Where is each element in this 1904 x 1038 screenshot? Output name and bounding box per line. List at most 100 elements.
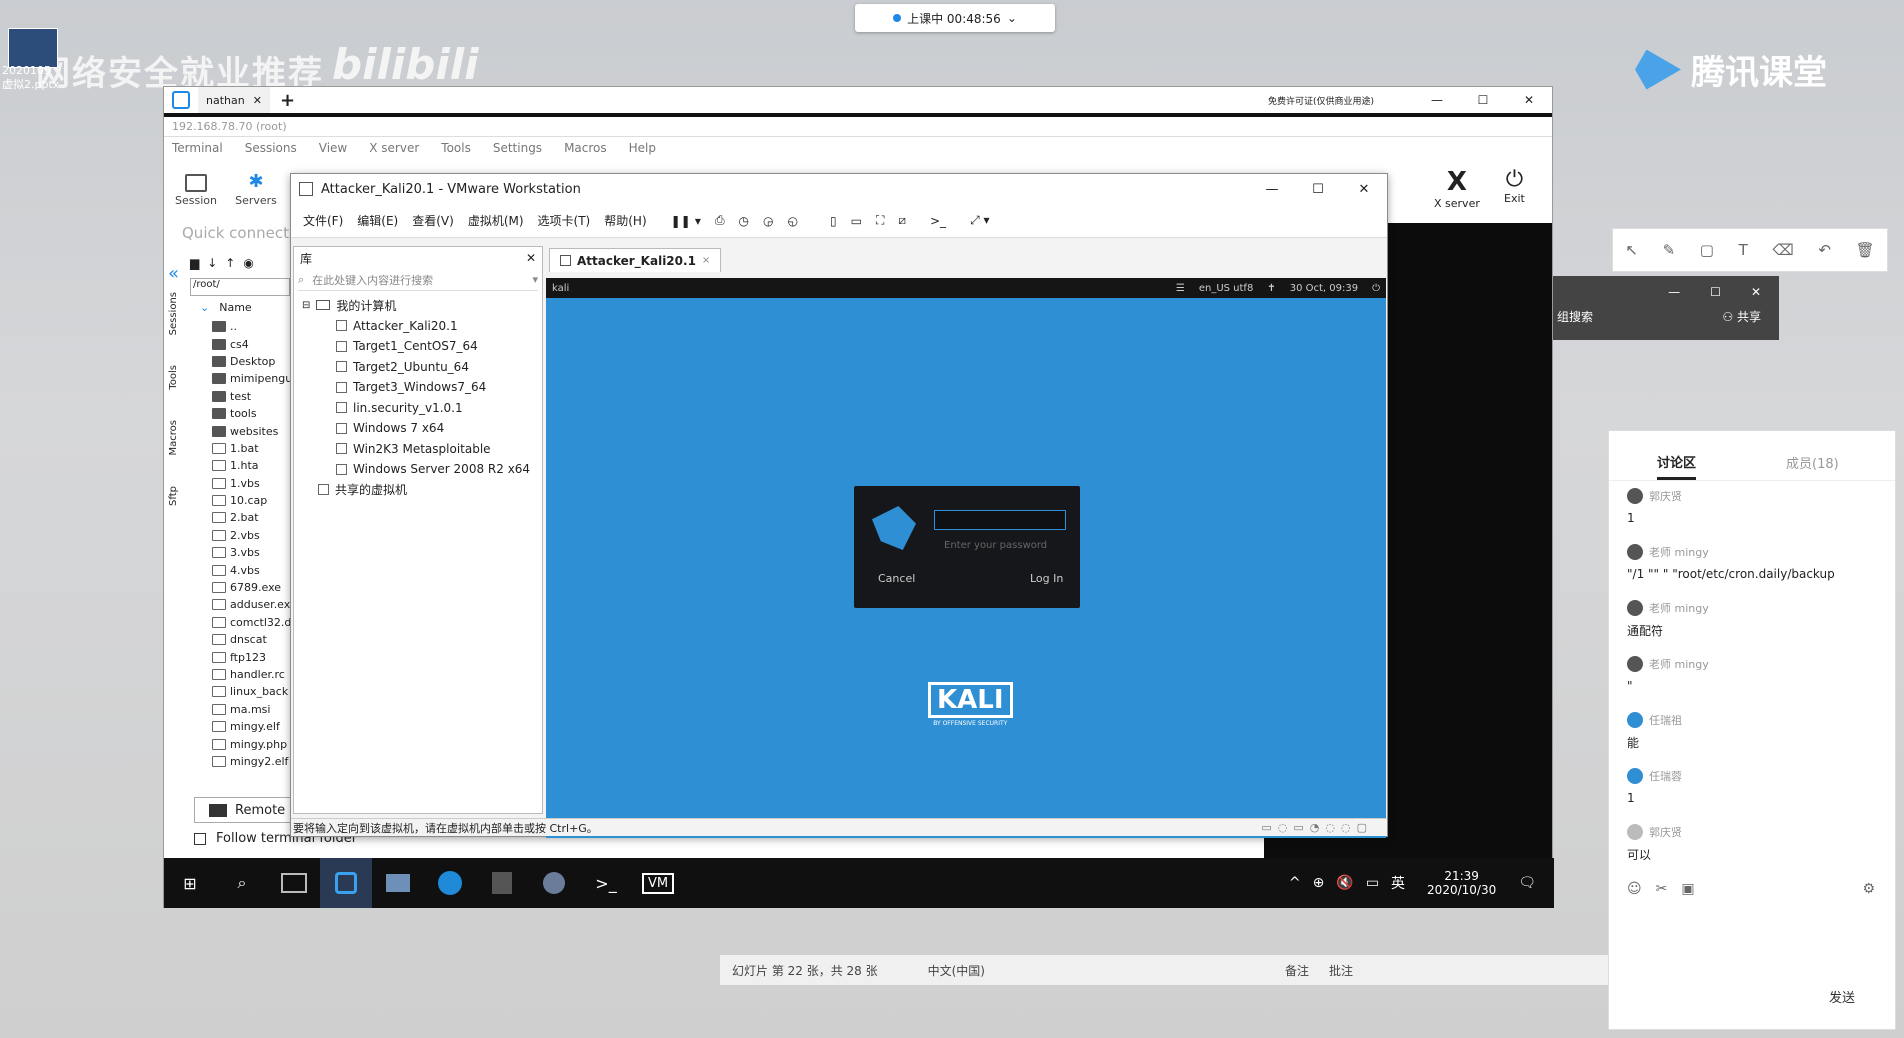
exit-button[interactable]: ⏻ Exit — [1504, 167, 1525, 205]
view-library-icon[interactable]: ▯ — [830, 214, 837, 228]
speaker-muted-icon[interactable]: 🔇 — [1336, 875, 1353, 891]
network-icon[interactable]: ⊕ — [1313, 875, 1325, 891]
list-item[interactable]: cs4 — [212, 335, 290, 352]
menu-edit[interactable]: 编辑(E) — [357, 212, 398, 229]
menu-help[interactable]: 帮助(H) — [604, 212, 646, 229]
menu-file[interactable]: 文件(F) — [303, 212, 343, 229]
pointer-icon[interactable]: ↖ — [1625, 241, 1638, 259]
battery-icon[interactable]: ▭ — [1366, 875, 1379, 891]
list-item[interactable]: linux_back — [212, 683, 290, 700]
list-item[interactable]: mingy2.elf — [212, 753, 290, 770]
list-item[interactable]: comctl32.dll — [212, 614, 290, 631]
vm-tab[interactable]: Attacker_Kali20.1 × — [549, 248, 722, 272]
list-item[interactable]: 1.bat — [212, 440, 290, 457]
stretch-icon[interactable]: ⤢ ▾ — [970, 213, 989, 228]
side-tab-macros[interactable]: Macros — [168, 420, 179, 455]
eraser-icon[interactable]: ⌫ — [1772, 241, 1793, 259]
snapshot-icon[interactable]: ◷ — [739, 214, 749, 228]
refresh-icon[interactable]: ◉ — [243, 256, 253, 270]
side-tab-sessions[interactable]: Sessions — [168, 292, 179, 335]
collapse-icon[interactable]: « — [168, 263, 188, 284]
menu-tools[interactable]: Tools — [441, 141, 471, 155]
vm-item[interactable]: Windows Server 2008 R2 x64 — [336, 459, 534, 480]
path-field[interactable]: /root/ — [190, 278, 290, 296]
download-icon[interactable]: ↓ — [207, 256, 217, 270]
rectangle-icon[interactable]: ▢ — [1700, 241, 1714, 259]
minimize-icon[interactable]: — — [1414, 93, 1460, 107]
emoji-icon[interactable]: ☺ — [1627, 881, 1642, 897]
taskbar-app-icon[interactable] — [268, 858, 320, 908]
list-item[interactable]: tools — [212, 405, 290, 422]
list-item[interactable]: dnscat — [212, 631, 290, 648]
taskbar-app-icon[interactable] — [476, 858, 528, 908]
list-item[interactable]: mimipenguin — [212, 370, 290, 387]
tab-discussion[interactable]: 讨论区 — [1657, 452, 1697, 480]
taskbar-app-icon[interactable] — [528, 858, 580, 908]
pause-icon[interactable]: ❚❚ ▾ — [671, 214, 701, 228]
view-fullscreen-icon[interactable]: ⛶ — [876, 213, 884, 228]
login-button[interactable]: Log In — [1030, 572, 1063, 585]
chevron-up-icon[interactable]: ^ — [1289, 875, 1301, 891]
vmware-icon[interactable]: VM — [632, 858, 684, 908]
tab-members[interactable]: 成员(18) — [1786, 453, 1839, 480]
windows-start-icon[interactable]: ⊞ — [164, 858, 216, 908]
vm-item[interactable]: Win2K3 Metasploitable — [336, 439, 534, 460]
undo-icon[interactable]: ↶ — [1818, 241, 1831, 259]
edge-icon[interactable] — [424, 858, 476, 908]
list-item[interactable]: 4.vbs — [212, 561, 290, 578]
close-icon[interactable]: ✕ — [1751, 285, 1761, 299]
menu-settings[interactable]: Settings — [493, 141, 542, 155]
quick-connect[interactable]: Quick connect... — [182, 224, 303, 242]
side-tab-sftp[interactable]: Sftp — [168, 486, 179, 506]
settings-icon[interactable]: ⚙ — [1862, 881, 1875, 897]
close-icon[interactable]: ✕ — [1341, 182, 1387, 197]
ime-indicator[interactable]: 英 — [1391, 873, 1405, 893]
menu-terminal[interactable]: Terminal — [172, 141, 223, 155]
terminal-icon[interactable]: >_ — [580, 858, 632, 908]
add-tab-icon[interactable]: + — [280, 90, 295, 111]
menu-sessions[interactable]: Sessions — [245, 141, 297, 155]
list-item[interactable]: 1.vbs — [212, 475, 290, 492]
send-keys-icon[interactable]: ⎙ — [715, 213, 725, 228]
list-item[interactable]: mingy.php — [212, 735, 290, 752]
vm-item[interactable]: Target1_CentOS7_64 — [336, 336, 534, 357]
list-item[interactable]: handler.rc — [212, 666, 290, 683]
live-status-pill[interactable]: 上课中 00:48:56 ⌄ — [855, 4, 1055, 32]
view-thumbnail-icon[interactable]: ▭ — [851, 214, 862, 228]
tree-root-my-computer[interactable]: ⊟ 我的计算机 — [302, 295, 534, 316]
desktop-file-icon[interactable] — [8, 28, 58, 68]
send-button[interactable]: 发送 — [1829, 987, 1855, 1006]
list-item[interactable]: test — [212, 388, 290, 405]
list-item[interactable]: 2.vbs — [212, 527, 290, 544]
list-item[interactable]: ma.msi — [212, 701, 290, 718]
list-item[interactable]: Desktop — [212, 353, 290, 370]
side-tab-tools[interactable]: Tools — [168, 365, 179, 390]
library-search[interactable]: ⌕ 在此处键入内容进行搜索 ▾ — [298, 269, 538, 291]
close-icon[interactable]: ✕ — [1506, 93, 1552, 107]
maximize-icon[interactable]: ☐ — [1710, 285, 1721, 299]
maximize-icon[interactable]: ☐ — [1460, 93, 1506, 107]
menu-macros[interactable]: Macros — [564, 141, 607, 155]
maximize-icon[interactable]: ☐ — [1295, 182, 1341, 197]
list-item[interactable]: mingy.elf — [212, 718, 290, 735]
password-input[interactable] — [934, 510, 1066, 530]
image-icon[interactable]: ▣ — [1681, 881, 1694, 897]
list-item[interactable]: ftp123 — [212, 648, 290, 665]
close-tab-icon[interactable]: × — [702, 255, 710, 266]
text-icon[interactable]: T — [1739, 241, 1748, 259]
session-button[interactable]: Session — [174, 174, 218, 207]
list-item[interactable]: 6789.exe — [212, 579, 290, 596]
view-unity-icon[interactable]: ⧄ — [898, 213, 906, 228]
menu-tabs[interactable]: 选项卡(T) — [538, 212, 591, 229]
file-column-header[interactable]: ⌄ Name — [190, 296, 290, 318]
list-item[interactable]: 10.cap — [212, 492, 290, 509]
vm-item[interactable]: Attacker_Kali20.1 — [336, 316, 534, 337]
vm-item[interactable]: Target3_Windows7_64 — [336, 377, 534, 398]
vm-item[interactable]: lin.security_v1.0.1 — [336, 398, 534, 419]
vm-item[interactable]: Windows 7 x64 — [336, 418, 534, 439]
list-item[interactable]: websites — [212, 422, 290, 439]
dropdown-icon[interactable]: ▾ — [532, 273, 538, 286]
guest-display[interactable]: kali ☰ en_US utf8 ✝ 30 Oct, 09:39 ⏻ Ente… — [546, 278, 1386, 838]
menu-xserver[interactable]: X server — [369, 141, 419, 155]
clock[interactable]: 21:39 2020/10/30 — [1427, 869, 1496, 897]
